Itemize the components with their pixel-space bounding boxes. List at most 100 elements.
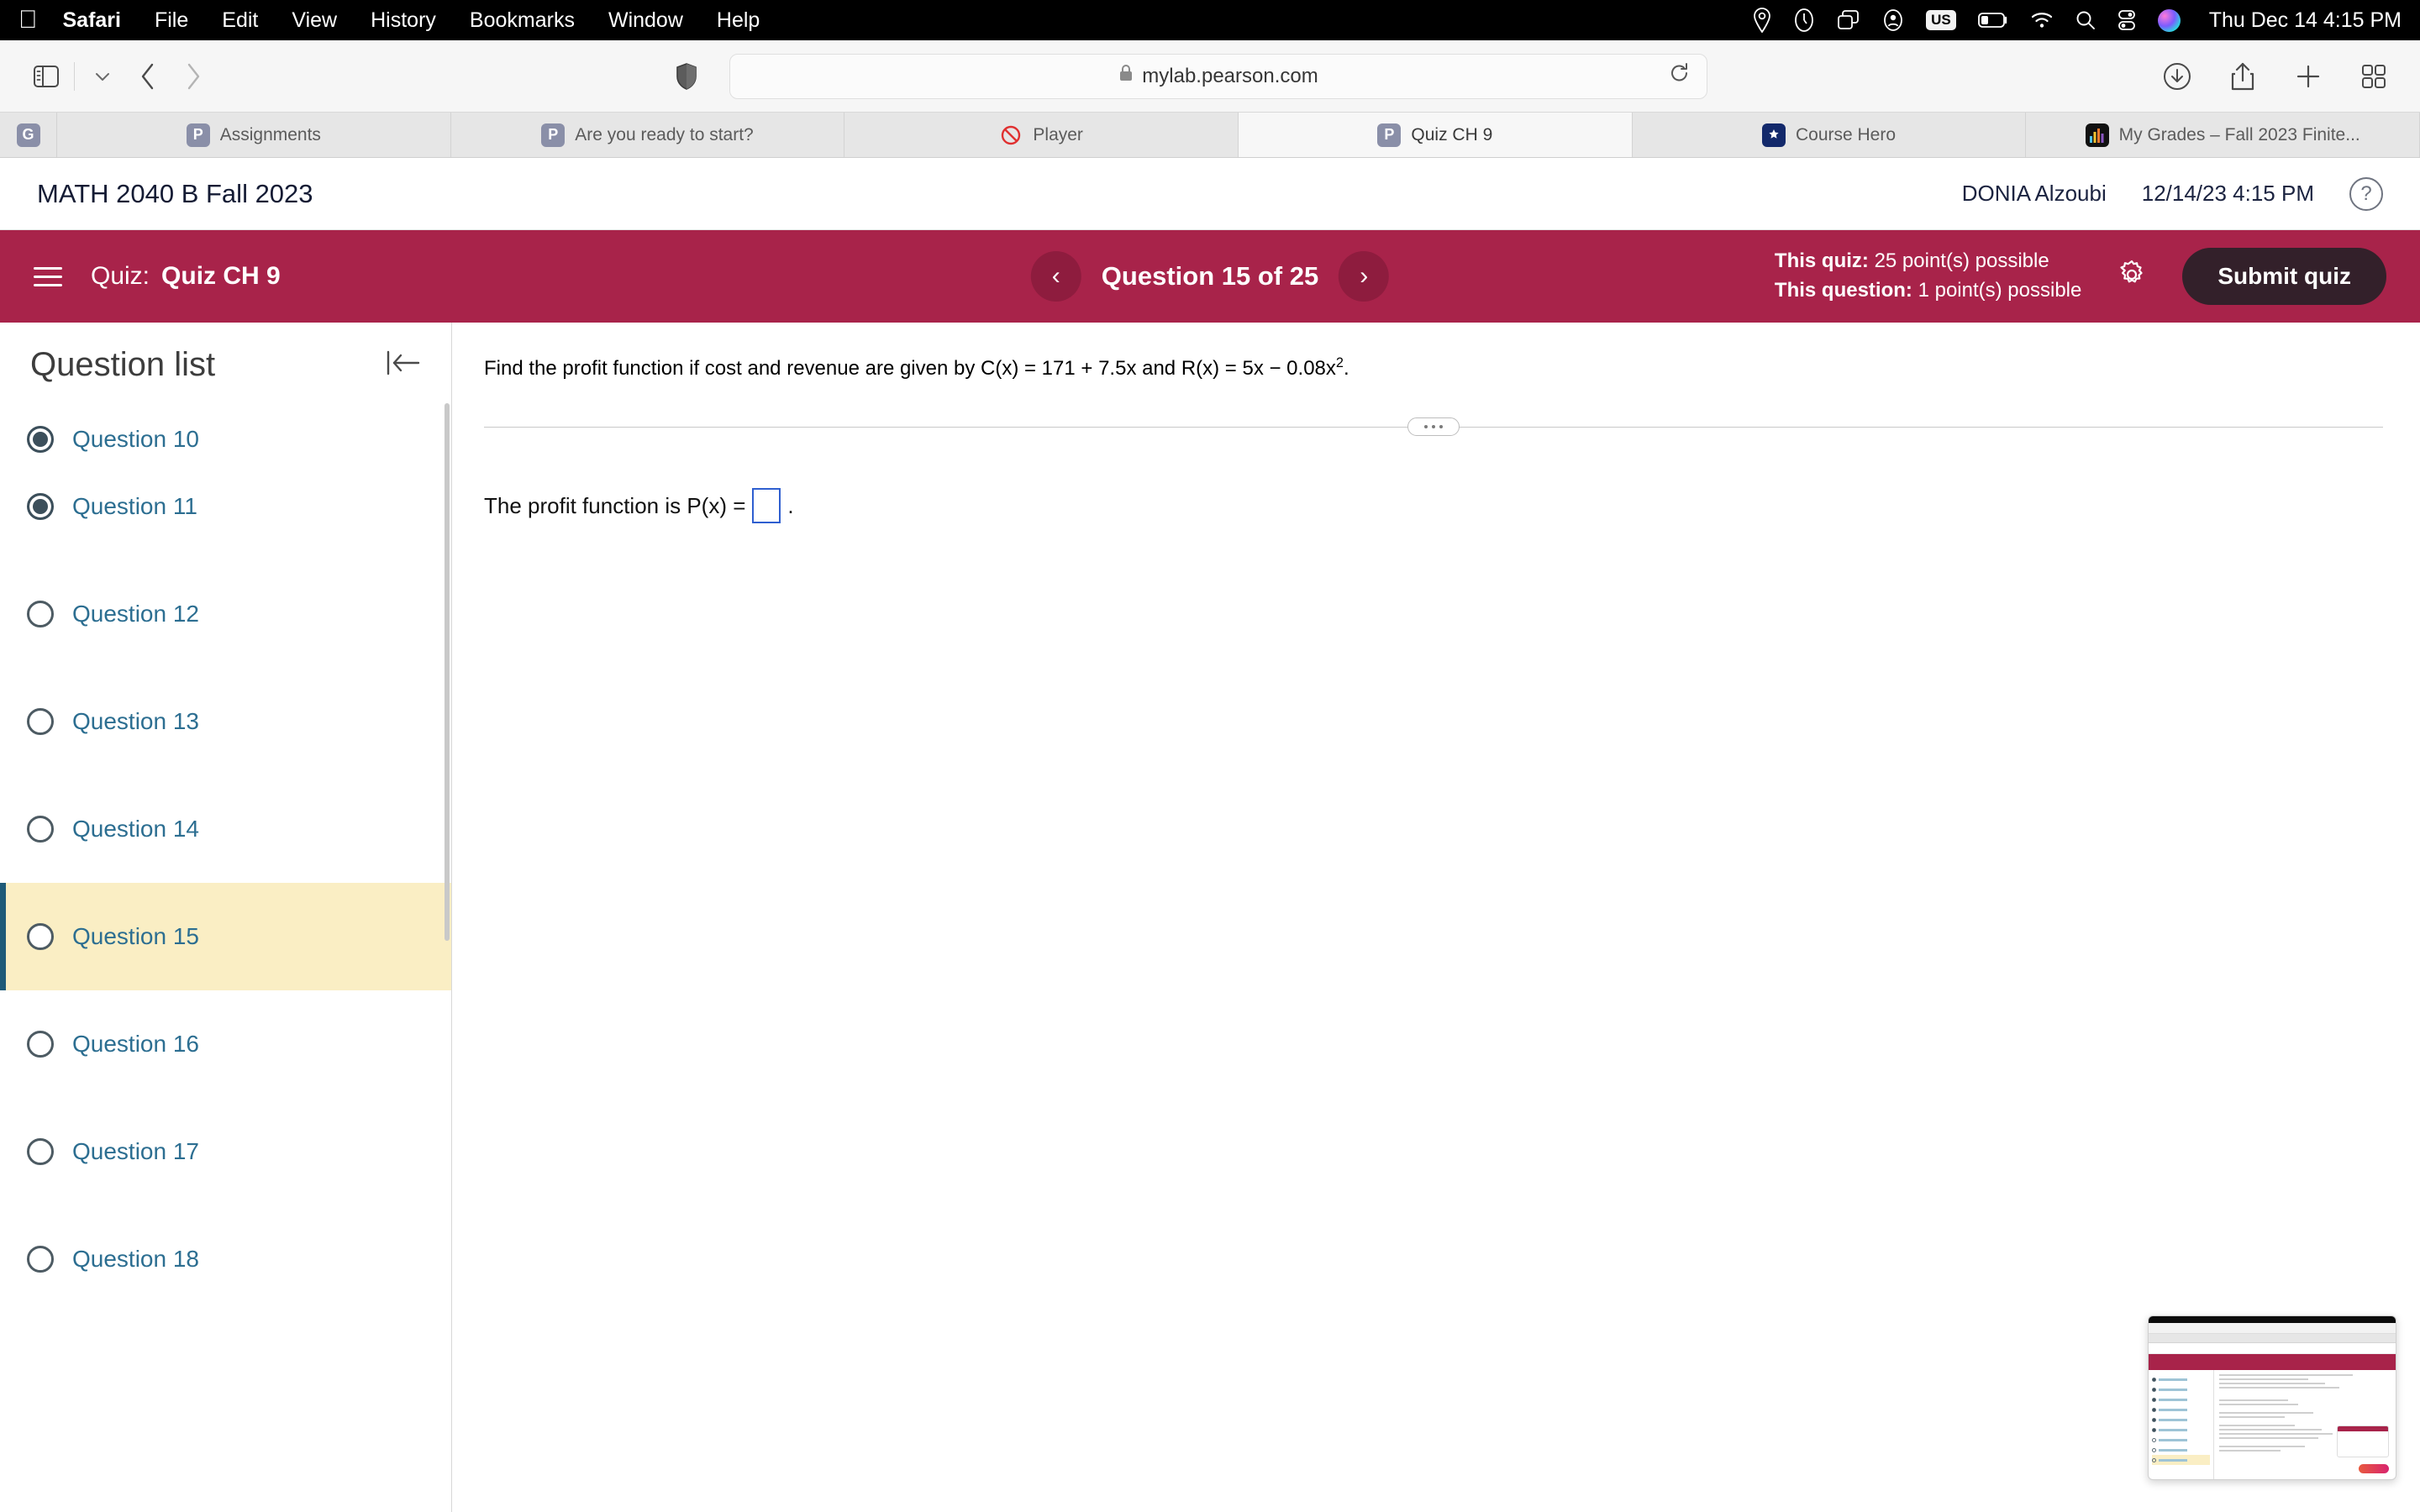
menu-item-file[interactable]: File: [155, 8, 188, 33]
address-bar[interactable]: mylab.pearson.com: [729, 53, 1707, 99]
question-list-item-12[interactable]: Question 12: [0, 560, 451, 668]
question-list-item-label: Question 14: [72, 816, 199, 842]
question-status-radio[interactable]: [27, 1246, 54, 1273]
question-list-item-15[interactable]: Question 15: [0, 883, 451, 990]
collapse-panel-icon[interactable]: [386, 349, 421, 381]
thumbnail-list-item: [2152, 1415, 2210, 1425]
question-list-header: Question list: [0, 323, 451, 396]
privacy-shield-icon[interactable]: [664, 54, 709, 99]
tab-label: Are you ready to start?: [575, 124, 754, 144]
question-status-radio[interactable]: [27, 493, 54, 520]
share-icon[interactable]: [2220, 54, 2265, 99]
question-points-value: 1 point(s) possible: [1918, 279, 2082, 302]
forward-chevron-icon[interactable]: [171, 54, 216, 99]
grid-icon[interactable]: [2351, 54, 2396, 99]
back-chevron-icon[interactable]: [125, 54, 171, 99]
thumbnail-list-item: [2152, 1435, 2210, 1445]
question-list-item-label: Question 10: [72, 426, 199, 452]
tab-label: Assignments: [219, 124, 321, 144]
section-divider: [484, 417, 2383, 436]
question-list-item-18[interactable]: Question 18: [0, 1205, 451, 1313]
user-account-icon[interactable]: [1882, 8, 1904, 32]
question-list-item-11[interactable]: Question 11: [0, 453, 451, 560]
course-header: MATH 2040 B Fall 2023 DONIA Alzoubi 12/1…: [0, 158, 2420, 230]
address-bar-url: mylab.pearson.com: [1142, 64, 1318, 87]
expand-dots-icon[interactable]: [1407, 417, 1460, 436]
menu-item-history[interactable]: History: [371, 8, 436, 33]
answer-label: The profit function is P(x) =: [484, 492, 746, 518]
question-navigation: ‹ Question 15 of 25 ›: [1030, 251, 1390, 302]
thumbnail-next-button: [2359, 1464, 2389, 1473]
question-list-item-13[interactable]: Question 13: [0, 668, 451, 775]
tab-course-hero[interactable]: Course Hero: [1633, 113, 2027, 157]
question-status-radio[interactable]: [27, 426, 54, 453]
menu-item-window[interactable]: Window: [608, 8, 683, 33]
sidebar-scrollbar[interactable]: [445, 403, 450, 941]
time-machine-icon[interactable]: [1793, 8, 1815, 33]
quiz-name: Quiz CH 9: [161, 262, 281, 290]
question-list-item-label: Question 13: [72, 708, 199, 734]
question-list-item-label: Question 12: [72, 601, 199, 627]
input-language-indicator[interactable]: US: [1926, 10, 1956, 30]
question-status-radio[interactable]: [27, 1138, 54, 1165]
tab-label: Course Hero: [1795, 124, 1897, 144]
reload-icon[interactable]: [1670, 62, 1690, 90]
menu-item-help[interactable]: Help: [717, 8, 760, 33]
thumbnail-course-header: [2149, 1343, 2396, 1354]
question-list-item-10[interactable]: Question 10: [0, 396, 451, 453]
chevron-down-icon[interactable]: [80, 54, 125, 99]
lock-icon: [1118, 64, 1134, 88]
menu-item-bookmarks[interactable]: Bookmarks: [470, 8, 575, 33]
gear-icon[interactable]: [2115, 258, 2149, 296]
control-center-icon[interactable]: [2118, 9, 2136, 31]
question-list-item-14[interactable]: Question 14: [0, 775, 451, 883]
tab-my-grades[interactable]: My Grades – Fall 2023 Finite...: [2026, 113, 2420, 157]
question-status-radio[interactable]: [27, 923, 54, 950]
location-icon[interactable]: [1753, 8, 1771, 33]
thumbnail-nested-preview: [2337, 1425, 2389, 1457]
question-status-radio[interactable]: [27, 708, 54, 735]
question-status-radio[interactable]: [27, 601, 54, 627]
apple-menu-icon[interactable]: : [18, 8, 38, 33]
help-icon[interactable]: ?: [2349, 176, 2383, 211]
thumbnail-list-item: [2152, 1404, 2210, 1415]
tab-player[interactable]: Player: [844, 113, 1239, 157]
tab-quiz-ch-9[interactable]: P Quiz CH 9: [1239, 113, 1633, 157]
question-list-item-17[interactable]: Question 17: [0, 1098, 451, 1205]
question-prompt: Find the profit function if cost and rev…: [484, 353, 2383, 384]
sidebar-icon[interactable]: [24, 54, 69, 99]
download-icon[interactable]: [2154, 54, 2200, 99]
quiz-toolbar: Quiz: Quiz CH 9 ‹ Question 15 of 25 › Th…: [0, 230, 2420, 323]
tab-are-you-ready-to-start[interactable]: P Are you ready to start?: [451, 113, 845, 157]
menu-item-view[interactable]: View: [292, 8, 337, 33]
screen-mirroring-icon[interactable]: [1837, 9, 1860, 31]
tab-google[interactable]: G: [0, 113, 57, 157]
pearson-favicon: P: [1377, 123, 1402, 147]
course-hero-favicon: [1761, 123, 1786, 147]
question-list-item-label: Question 17: [72, 1138, 199, 1164]
submit-quiz-button[interactable]: Submit quiz: [2182, 248, 2386, 305]
spotlight-search-icon[interactable]: [2075, 10, 2096, 30]
next-question-button[interactable]: ›: [1339, 251, 1390, 302]
menu-item-edit[interactable]: Edit: [222, 8, 258, 33]
wifi-icon[interactable]: [2030, 11, 2054, 29]
question-prompt-suffix: .: [1343, 357, 1349, 380]
tab-assignments[interactable]: P Assignments: [57, 113, 451, 157]
question-status-radio[interactable]: [27, 816, 54, 843]
toolbar-divider: [74, 61, 75, 91]
plus-icon[interactable]: [2286, 54, 2331, 99]
hamburger-menu-icon[interactable]: [34, 266, 62, 286]
question-preview-thumbnail[interactable]: [2148, 1315, 2396, 1480]
menu-item-safari[interactable]: Safari: [63, 8, 121, 33]
question-list-item-16[interactable]: Question 16: [0, 990, 451, 1098]
battery-icon[interactable]: [1977, 12, 2008, 29]
answer-input[interactable]: [752, 488, 781, 523]
user-name: DONIA Alzoubi: [1961, 181, 2107, 206]
pearson-favicon: P: [186, 123, 210, 147]
question-list-item-label: Question 15: [72, 923, 199, 949]
course-title: MATH 2040 B Fall 2023: [37, 178, 313, 208]
previous-question-button[interactable]: ‹: [1030, 251, 1081, 302]
question-status-radio[interactable]: [27, 1031, 54, 1058]
siri-icon[interactable]: [2157, 8, 2181, 32]
menu-bar-clock[interactable]: Thu Dec 14 4:15 PM: [2209, 8, 2402, 33]
